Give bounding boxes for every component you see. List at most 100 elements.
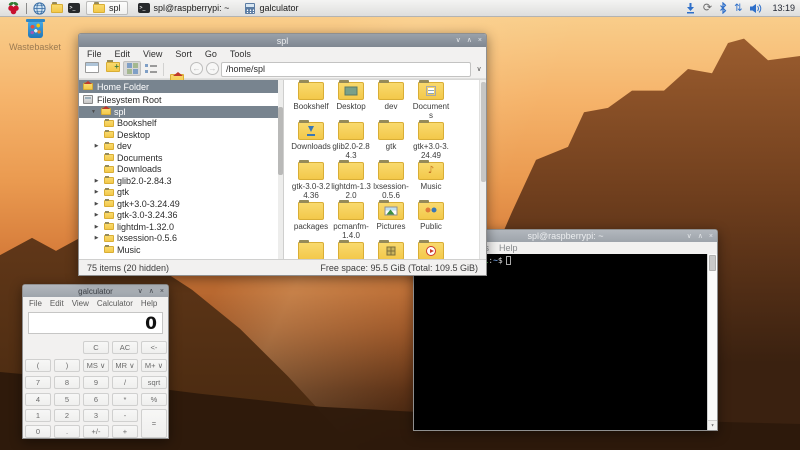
calculator-titlebar[interactable]: galculator ∨ ∧ × — [23, 285, 168, 297]
tree-item-documents[interactable]: Documents — [79, 152, 278, 164]
maximize-button[interactable]: ∧ — [698, 233, 703, 240]
tree-item-lightdm[interactable]: ▶lightdm-1.32.0 — [79, 221, 278, 233]
menu-calculator[interactable]: Calculator — [97, 299, 133, 308]
applications-menu-button[interactable] — [5, 1, 22, 16]
sidebar-scrollbar[interactable] — [278, 80, 283, 259]
wastebasket-desktop-icon[interactable]: Wastebasket — [8, 22, 62, 52]
expander-icon[interactable]: ▶ — [92, 212, 101, 218]
menu-file[interactable]: File — [87, 49, 102, 59]
sidebar-item-filesystem-root[interactable]: Filesystem Root — [79, 93, 283, 106]
terminal-scrollbar[interactable]: ▾ — [707, 254, 717, 430]
decimal-button[interactable]: . — [54, 425, 80, 438]
file-item[interactable]: Pictures — [371, 202, 411, 231]
bluetooth-icon[interactable] — [719, 2, 727, 14]
key-7[interactable]: 7 — [25, 376, 51, 389]
scrollbar-thumb[interactable] — [481, 82, 486, 182]
divide-button[interactable]: / — [112, 376, 138, 389]
taskbar-task-spl[interactable]: spl — [86, 1, 128, 15]
backspace-button[interactable]: <- — [141, 341, 167, 354]
tree-item-downloads[interactable]: Downloads — [79, 164, 278, 176]
key-9[interactable]: 9 — [83, 376, 109, 389]
file-manager-launcher[interactable] — [48, 1, 65, 16]
close-button[interactable]: × — [160, 288, 164, 295]
file-item[interactable]: ♪Music — [411, 162, 451, 191]
menu-edit[interactable]: Edit — [50, 299, 64, 308]
file-item[interactable]: gtk+3.0-3.24.49 — [411, 122, 451, 160]
key-4[interactable]: 4 — [25, 393, 51, 406]
key-3[interactable]: 3 — [83, 409, 109, 422]
expander-open-icon[interactable]: ▼ — [89, 109, 98, 115]
plus-minus-button[interactable]: +/- — [83, 425, 109, 438]
multiply-button[interactable]: * — [112, 393, 138, 406]
memory-store-button[interactable]: MS ∨ — [83, 359, 109, 372]
file-item[interactable] — [411, 242, 451, 259]
file-item[interactable]: Bookshelf — [291, 82, 331, 111]
menu-go[interactable]: Go — [205, 49, 217, 59]
file-item[interactable]: Downloads — [291, 122, 331, 151]
taskbar-task-galculator[interactable]: galculator — [239, 1, 304, 15]
file-item[interactable]: gtk-3.0-3.24.36 — [291, 162, 331, 200]
menu-view[interactable]: View — [143, 49, 162, 59]
file-item[interactable] — [371, 242, 411, 259]
clear-button[interactable]: C — [83, 341, 109, 354]
tree-item-spl[interactable]: ▼ spl — [79, 106, 278, 118]
tree-item-bookshelf[interactable]: Bookshelf — [79, 118, 278, 130]
tree-item-gtk3-49[interactable]: ▶gtk+3.0-3.24.49 — [79, 198, 278, 210]
menu-edit[interactable]: Edit — [115, 49, 131, 59]
path-dropdown-arrow-icon[interactable]: ∨ — [473, 62, 485, 77]
path-input[interactable]: /home/spl — [221, 62, 471, 77]
tree-item-gtk[interactable]: ▶gtk — [79, 187, 278, 199]
equals-button[interactable]: = — [141, 409, 167, 438]
memory-recall-button[interactable]: MR ∨ — [112, 359, 138, 372]
memory-plus-button[interactable]: M+ ∨ — [141, 359, 167, 372]
expander-icon[interactable]: ▶ — [92, 143, 101, 149]
menu-help[interactable]: Help — [499, 243, 518, 253]
menu-help[interactable]: Help — [141, 299, 157, 308]
list-view-button[interactable] — [145, 63, 157, 74]
close-button[interactable]: × — [709, 233, 713, 240]
refresh-sync-icon[interactable]: ⟳ — [703, 3, 712, 14]
menu-tools[interactable]: Tools — [230, 49, 251, 59]
maximize-button[interactable]: ∧ — [467, 37, 472, 44]
tree-item-gtk3-36[interactable]: ▶gtk-3.0-3.24.36 — [79, 210, 278, 222]
forward-button[interactable]: → — [206, 62, 219, 75]
minus-button[interactable]: - — [112, 409, 138, 422]
file-item[interactable]: lxsession-0.5.6 — [371, 162, 411, 200]
file-manager-titlebar[interactable]: spl ∨ ∧ × — [79, 34, 486, 47]
scrollbar-thumb[interactable] — [278, 107, 283, 175]
key-8[interactable]: 8 — [54, 376, 80, 389]
minimize-button[interactable]: ∨ — [687, 233, 692, 240]
expander-icon[interactable]: ▶ — [92, 235, 101, 241]
tree-item-dev[interactable]: ▶dev — [79, 141, 278, 153]
file-item[interactable]: Public — [411, 202, 451, 231]
file-item[interactable]: lightdm-1.32.0 — [331, 162, 371, 200]
terminal-launcher[interactable]: >_ — [65, 1, 82, 16]
tree-item-lxsession[interactable]: ▶lxsession-0.5.6 — [79, 233, 278, 245]
file-item[interactable]: glib2.0-2.84.3 — [331, 122, 371, 160]
sqrt-button[interactable]: sqrt — [141, 376, 167, 389]
menu-sort[interactable]: Sort — [175, 49, 192, 59]
key-6[interactable]: 6 — [83, 393, 109, 406]
clock[interactable]: 13:19 — [772, 3, 795, 13]
scrollbar-thumb[interactable] — [709, 255, 716, 271]
icon-view-button[interactable] — [123, 61, 141, 76]
file-item[interactable] — [291, 242, 331, 259]
file-item[interactable]: dev — [371, 82, 411, 111]
new-tab-icon[interactable] — [85, 62, 99, 73]
expander-icon[interactable]: ▶ — [92, 189, 101, 195]
minimize-button[interactable]: ∨ — [138, 288, 143, 295]
calculator-window[interactable]: galculator ∨ ∧ × File Edit View Calculat… — [22, 284, 169, 439]
scroll-down-button[interactable]: ▾ — [708, 420, 717, 430]
file-item[interactable]: gtk — [371, 122, 411, 151]
tree-item-music[interactable]: Music — [79, 244, 278, 256]
close-button[interactable]: × — [478, 37, 482, 44]
download-updates-icon[interactable] — [685, 2, 696, 14]
plus-button[interactable]: + — [112, 425, 138, 438]
terminal-screen[interactable]: spl@raspberrypi:~$ ▾ — [414, 254, 717, 430]
menu-file[interactable]: File — [29, 299, 42, 308]
new-folder-icon[interactable] — [106, 62, 120, 72]
file-list-view[interactable]: Bookshelf Desktop dev Documents Download… — [284, 80, 486, 259]
expander-icon[interactable]: ▶ — [92, 178, 101, 184]
percent-button[interactable]: % — [141, 393, 167, 406]
file-item[interactable] — [331, 242, 371, 259]
